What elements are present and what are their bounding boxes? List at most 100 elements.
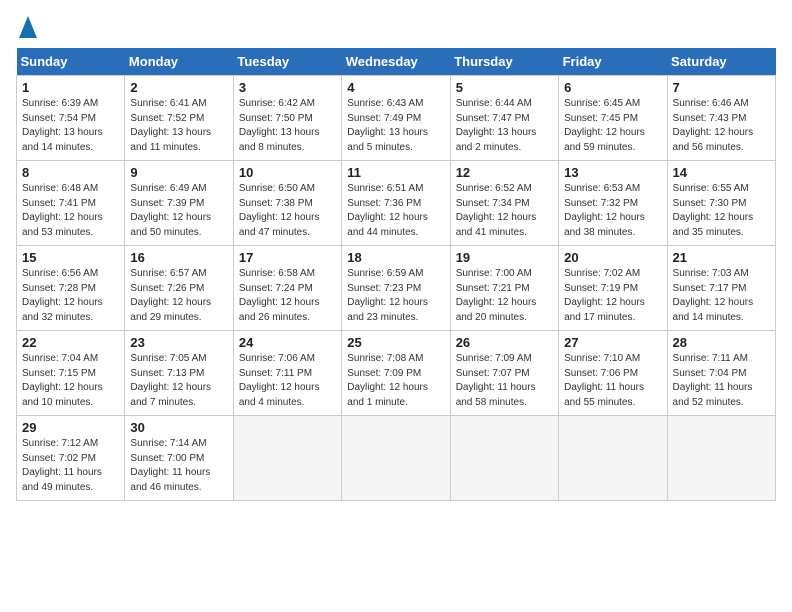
day-info: Sunrise: 7:00 AM Sunset: 7:21 PM Dayligh… — [456, 267, 553, 325]
day-number: 15 — [22, 250, 119, 265]
day-cell: 16 Sunrise: 6:57 AM Sunset: 7:26 PM Dayli… — [125, 246, 233, 331]
day-cell — [559, 416, 667, 501]
day-info: Sunrise: 6:49 AM Sunset: 7:39 PM Dayligh… — [130, 182, 227, 240]
day-info: Sunrise: 6:50 AM Sunset: 7:38 PM Dayligh… — [239, 182, 336, 240]
day-number: 1 — [22, 80, 119, 95]
page-header — [16, 16, 776, 38]
day-cell: 30 Sunrise: 7:14 AM Sunset: 7:00 PM Dayli… — [125, 416, 233, 501]
day-info: Sunrise: 6:51 AM Sunset: 7:36 PM Dayligh… — [347, 182, 444, 240]
day-number: 16 — [130, 250, 227, 265]
day-cell: 15 Sunrise: 6:56 AM Sunset: 7:28 PM Dayli… — [17, 246, 125, 331]
calendar-table: SundayMondayTuesdayWednesdayThursdayFrid… — [16, 48, 776, 501]
day-info: Sunrise: 6:39 AM Sunset: 7:54 PM Dayligh… — [22, 97, 119, 155]
day-cell: 29 Sunrise: 7:12 AM Sunset: 7:02 PM Dayli… — [17, 416, 125, 501]
day-cell: 2Sunrise: 6:41 AM Sunset: 7:52 PM Daylig… — [125, 76, 233, 161]
header-cell-sunday: Sunday — [17, 48, 125, 76]
day-cell: 4 Sunrise: 6:43 AM Sunset: 7:49 PM Daylig… — [342, 76, 450, 161]
calendar-header: SundayMondayTuesdayWednesdayThursdayFrid… — [17, 48, 776, 76]
day-number: 10 — [239, 165, 336, 180]
day-number: 30 — [130, 420, 227, 435]
day-number: 6 — [564, 80, 661, 95]
day-cell — [667, 416, 775, 501]
header-cell-tuesday: Tuesday — [233, 48, 341, 76]
day-info: Sunrise: 7:08 AM Sunset: 7:09 PM Dayligh… — [347, 352, 444, 410]
day-cell: 17 Sunrise: 6:58 AM Sunset: 7:24 PM Dayli… — [233, 246, 341, 331]
header-row: SundayMondayTuesdayWednesdayThursdayFrid… — [17, 48, 776, 76]
day-cell: 6 Sunrise: 6:45 AM Sunset: 7:45 PM Daylig… — [559, 76, 667, 161]
day-cell: 26 Sunrise: 7:09 AM Sunset: 7:07 PM Dayli… — [450, 331, 558, 416]
day-cell: 23 Sunrise: 7:05 AM Sunset: 7:13 PM Dayli… — [125, 331, 233, 416]
header-cell-wednesday: Wednesday — [342, 48, 450, 76]
day-info: Sunrise: 7:12 AM Sunset: 7:02 PM Dayligh… — [22, 437, 119, 495]
header-cell-friday: Friday — [559, 48, 667, 76]
day-info: Sunrise: 7:10 AM Sunset: 7:06 PM Dayligh… — [564, 352, 661, 410]
day-cell: 8Sunrise: 6:48 AM Sunset: 7:41 PM Daylig… — [17, 161, 125, 246]
day-cell: 19 Sunrise: 7:00 AM Sunset: 7:21 PM Dayli… — [450, 246, 558, 331]
day-info: Sunrise: 6:53 AM Sunset: 7:32 PM Dayligh… — [564, 182, 661, 240]
day-number: 12 — [456, 165, 553, 180]
logo-text — [16, 16, 37, 38]
day-info: Sunrise: 6:57 AM Sunset: 7:26 PM Dayligh… — [130, 267, 227, 325]
header-cell-saturday: Saturday — [667, 48, 775, 76]
day-info: Sunrise: 6:48 AM Sunset: 7:41 PM Dayligh… — [22, 182, 119, 240]
day-info: Sunrise: 7:05 AM Sunset: 7:13 PM Dayligh… — [130, 352, 227, 410]
day-info: Sunrise: 6:55 AM Sunset: 7:30 PM Dayligh… — [673, 182, 770, 240]
week-row-5: 29 Sunrise: 7:12 AM Sunset: 7:02 PM Dayli… — [17, 416, 776, 501]
day-number: 27 — [564, 335, 661, 350]
day-number: 5 — [456, 80, 553, 95]
day-number: 11 — [347, 165, 444, 180]
day-info: Sunrise: 6:52 AM Sunset: 7:34 PM Dayligh… — [456, 182, 553, 240]
day-info: Sunrise: 6:44 AM Sunset: 7:47 PM Dayligh… — [456, 97, 553, 155]
day-info: Sunrise: 6:43 AM Sunset: 7:49 PM Dayligh… — [347, 97, 444, 155]
day-info: Sunrise: 6:58 AM Sunset: 7:24 PM Dayligh… — [239, 267, 336, 325]
week-row-3: 15 Sunrise: 6:56 AM Sunset: 7:28 PM Dayli… — [17, 246, 776, 331]
week-row-1: 1 Sunrise: 6:39 AM Sunset: 7:54 PM Daylig… — [17, 76, 776, 161]
day-number: 14 — [673, 165, 770, 180]
day-cell: 27 Sunrise: 7:10 AM Sunset: 7:06 PM Dayli… — [559, 331, 667, 416]
day-number: 4 — [347, 80, 444, 95]
day-cell: 28 Sunrise: 7:11 AM Sunset: 7:04 PM Dayli… — [667, 331, 775, 416]
header-cell-monday: Monday — [125, 48, 233, 76]
day-number: 19 — [456, 250, 553, 265]
day-cell: 25Sunrise: 7:08 AM Sunset: 7:09 PM Dayli… — [342, 331, 450, 416]
day-info: Sunrise: 7:11 AM Sunset: 7:04 PM Dayligh… — [673, 352, 770, 410]
day-info: Sunrise: 7:04 AM Sunset: 7:15 PM Dayligh… — [22, 352, 119, 410]
day-cell: 18Sunrise: 6:59 AM Sunset: 7:23 PM Dayli… — [342, 246, 450, 331]
day-number: 23 — [130, 335, 227, 350]
day-number: 29 — [22, 420, 119, 435]
day-cell: 7Sunrise: 6:46 AM Sunset: 7:43 PM Daylig… — [667, 76, 775, 161]
day-cell: 11 Sunrise: 6:51 AM Sunset: 7:36 PM Dayli… — [342, 161, 450, 246]
day-info: Sunrise: 7:02 AM Sunset: 7:19 PM Dayligh… — [564, 267, 661, 325]
day-number: 9 — [130, 165, 227, 180]
calendar-body: 1 Sunrise: 6:39 AM Sunset: 7:54 PM Daylig… — [17, 76, 776, 501]
day-number: 20 — [564, 250, 661, 265]
day-info: Sunrise: 6:42 AM Sunset: 7:50 PM Dayligh… — [239, 97, 336, 155]
day-cell — [342, 416, 450, 501]
day-info: Sunrise: 7:03 AM Sunset: 7:17 PM Dayligh… — [673, 267, 770, 325]
day-number: 28 — [673, 335, 770, 350]
day-info: Sunrise: 6:46 AM Sunset: 7:43 PM Dayligh… — [673, 97, 770, 155]
day-number: 17 — [239, 250, 336, 265]
day-number: 21 — [673, 250, 770, 265]
day-info: Sunrise: 7:06 AM Sunset: 7:11 PM Dayligh… — [239, 352, 336, 410]
day-info: Sunrise: 6:45 AM Sunset: 7:45 PM Dayligh… — [564, 97, 661, 155]
day-cell: 22 Sunrise: 7:04 AM Sunset: 7:15 PM Dayli… — [17, 331, 125, 416]
logo — [16, 16, 37, 38]
day-info: Sunrise: 7:14 AM Sunset: 7:00 PM Dayligh… — [130, 437, 227, 495]
day-cell: 1 Sunrise: 6:39 AM Sunset: 7:54 PM Daylig… — [17, 76, 125, 161]
day-cell: 24 Sunrise: 7:06 AM Sunset: 7:11 PM Dayli… — [233, 331, 341, 416]
day-info: Sunrise: 7:09 AM Sunset: 7:07 PM Dayligh… — [456, 352, 553, 410]
day-cell: 10 Sunrise: 6:50 AM Sunset: 7:38 PM Dayli… — [233, 161, 341, 246]
day-cell: 9 Sunrise: 6:49 AM Sunset: 7:39 PM Daylig… — [125, 161, 233, 246]
day-number: 22 — [22, 335, 119, 350]
day-cell: 5 Sunrise: 6:44 AM Sunset: 7:47 PM Daylig… — [450, 76, 558, 161]
day-info: Sunrise: 6:56 AM Sunset: 7:28 PM Dayligh… — [22, 267, 119, 325]
day-number: 3 — [239, 80, 336, 95]
day-number: 13 — [564, 165, 661, 180]
header-cell-thursday: Thursday — [450, 48, 558, 76]
day-cell — [233, 416, 341, 501]
day-number: 24 — [239, 335, 336, 350]
day-cell: 13 Sunrise: 6:53 AM Sunset: 7:32 PM Dayli… — [559, 161, 667, 246]
day-cell: 20 Sunrise: 7:02 AM Sunset: 7:19 PM Dayli… — [559, 246, 667, 331]
day-number: 26 — [456, 335, 553, 350]
